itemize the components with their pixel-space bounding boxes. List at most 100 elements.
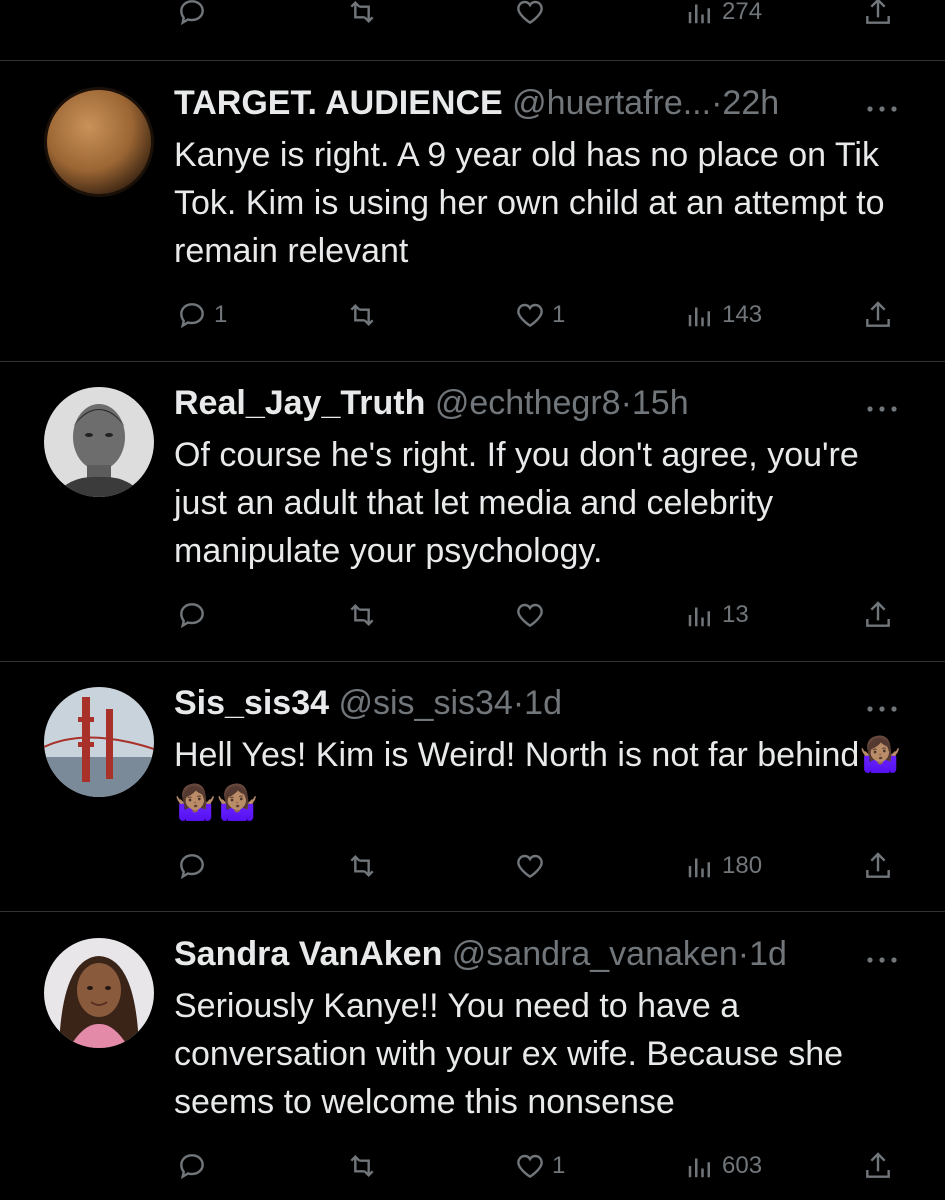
retweet-button[interactable] [342,595,382,635]
action-bar: 13 [0,591,945,639]
reply-button[interactable] [172,846,214,886]
like-icon [510,595,550,635]
retweet-icon [342,1146,382,1186]
separator-dot: · [737,935,750,973]
share-icon [858,295,898,335]
views-icon [680,295,720,335]
like-count: 1 [552,1152,566,1179]
more-icon [862,950,902,970]
reply-button[interactable] [172,595,214,635]
avatar[interactable] [44,687,154,797]
like-button[interactable]: 1 [510,295,565,335]
timestamp[interactable]: 1d [524,684,562,722]
action-bar: 1 603 [0,1142,945,1190]
separator-dot: · [512,684,525,722]
more-button[interactable] [862,950,902,970]
views-icon [680,1146,720,1186]
like-count: 1 [552,301,566,328]
reply-button[interactable] [172,0,212,32]
display-name[interactable]: Sandra VanAken [174,935,442,973]
share-button[interactable] [858,0,898,32]
tweet[interactable]: Sandra VanAken @sandra_vanaken·1d Seriou… [0,912,945,1200]
retweet-button[interactable] [342,0,382,32]
share-icon [858,595,898,635]
retweet-icon [342,0,382,32]
tweet[interactable]: TARGET. AUDIENCE @huertafre...·22h Kanye… [0,61,945,362]
share-button[interactable] [858,846,898,886]
tweet-text: Kanye is right. A 9 year old has no plac… [174,136,885,270]
views-button[interactable]: 143 [680,295,762,335]
reply-icon [172,0,212,32]
action-bar: 180 [0,842,945,890]
tweet-header: Sis_sis34 @sis_sis34·1d [174,681,562,725]
views-count: 143 [722,301,763,328]
retweet-icon [342,595,382,635]
timestamp[interactable]: 15h [632,384,689,422]
retweet-button[interactable] [342,295,382,335]
views-icon [680,846,720,886]
reply-count: 1 [214,301,228,328]
share-icon [858,846,898,886]
separator-dot: · [620,384,632,422]
tweet-header: Real_Jay_Truth @echthegr8·15h [174,381,689,425]
views-icon [680,0,720,32]
like-icon [510,846,550,886]
views-button[interactable]: 274 [680,0,762,32]
like-icon [510,1146,550,1186]
more-icon [862,699,902,719]
tweet[interactable]: Real_Jay_Truth @echthegr8·15h Of course … [0,361,945,662]
avatar[interactable] [44,387,154,497]
reply-icon [172,846,212,886]
views-count: 180 [722,852,763,879]
reply-icon [172,1146,212,1186]
more-icon [862,99,902,119]
reply-icon [172,595,212,635]
timestamp[interactable]: 1d [749,935,787,973]
retweet-icon [342,295,382,335]
more-icon [862,399,902,419]
views-button[interactable]: 603 [680,1146,762,1186]
user-handle[interactable]: @echthegr8 [435,384,621,422]
tweet-text: Of course he's right. If you don't agree… [174,436,859,570]
retweet-button[interactable] [342,1146,382,1186]
previous-tweet-actions: 274 [0,0,945,61]
tweet-header: TARGET. AUDIENCE @huertafre...·22h [174,81,779,125]
views-button[interactable]: 180 [680,846,762,886]
share-button[interactable] [858,595,898,635]
display-name[interactable]: Real_Jay_Truth [174,384,425,422]
tweet-text: Hell Yes! Kim is Weird! North is not far… [174,736,902,822]
user-handle[interactable]: @sis_sis34 [338,684,512,722]
tweet-text: Seriously Kanye!! You need to have a con… [174,987,844,1121]
like-button[interactable] [510,595,552,635]
share-button[interactable] [858,295,898,335]
timestamp[interactable]: 22h [722,84,779,122]
reply-button[interactable] [172,1146,214,1186]
tweet[interactable]: Sis_sis34 @sis_sis34·1d Hell Yes! Kim is… [0,661,945,912]
more-button[interactable] [862,399,902,419]
views-icon [680,595,720,635]
share-icon [858,1146,898,1186]
views-count: 13 [722,601,749,628]
avatar[interactable] [44,938,154,1048]
display-name[interactable]: Sis_sis34 [174,684,329,722]
action-bar: 1 1 143 [0,291,945,339]
more-button[interactable] [862,699,902,719]
avatar[interactable] [44,87,154,197]
like-button[interactable] [510,846,552,886]
retweet-button[interactable] [342,846,382,886]
reply-icon [172,295,212,335]
like-icon [510,295,550,335]
user-handle[interactable]: @huertafre... [512,84,711,122]
like-icon [510,0,550,32]
like-button[interactable]: 1 [510,1146,565,1186]
more-button[interactable] [862,99,902,119]
views-button[interactable]: 13 [680,595,749,635]
user-handle[interactable]: @sandra_vanaken [452,935,738,973]
like-button[interactable] [510,0,550,32]
views-count: 603 [722,1152,763,1179]
share-button[interactable] [858,1146,898,1186]
reply-button[interactable]: 1 [172,295,227,335]
retweet-icon [342,846,382,886]
tweet-header: Sandra VanAken @sandra_vanaken·1d [174,932,787,976]
display-name[interactable]: TARGET. AUDIENCE [174,84,503,122]
